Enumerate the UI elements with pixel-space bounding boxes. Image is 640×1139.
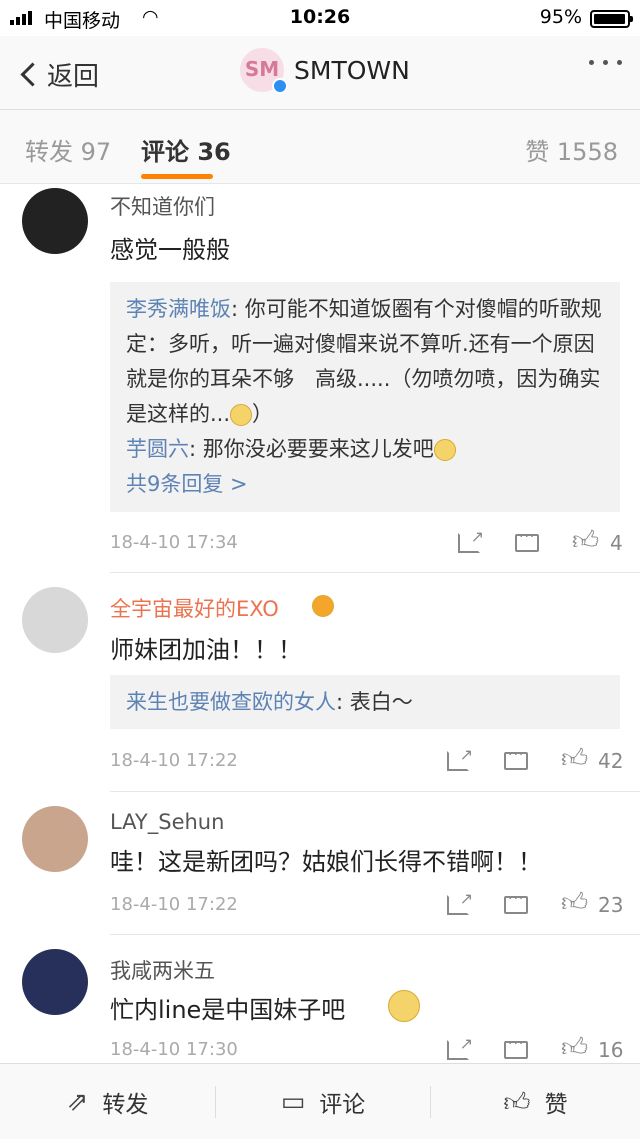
comment-username[interactable]: 不知道你们 xyxy=(110,191,215,221)
emoji-icon xyxy=(433,439,456,461)
bottom-toolbar: ⇗ 转发 ▭ 评论 👍︎ 赞 xyxy=(0,1063,640,1139)
share-icon: ⇗ xyxy=(66,1087,89,1117)
tab-comment[interactable]: 评论 36 xyxy=(141,132,231,167)
comment-button[interactable]: ▭ 评论 xyxy=(216,1064,430,1139)
crown-icon xyxy=(312,595,334,617)
share-icon[interactable] xyxy=(447,1034,473,1060)
thumbs-up-icon[interactable]: 👍︎ xyxy=(561,1032,588,1063)
reply-text: : 表白～ xyxy=(336,690,413,714)
comment-username[interactable]: 我咸两米五 xyxy=(110,955,215,985)
divider xyxy=(110,934,640,935)
comment-text: 感觉一般般 xyxy=(110,236,230,264)
comment-text: 忙内line是中国妹子吧 xyxy=(110,996,346,1024)
divider xyxy=(110,572,640,573)
back-button[interactable]: 返回 xyxy=(18,56,99,93)
chevron-left-icon xyxy=(20,62,45,87)
thumbs-up-icon: 👍︎ xyxy=(503,1087,531,1118)
account-avatar: SM xyxy=(240,48,288,94)
comment-icon[interactable] xyxy=(515,529,539,552)
like-button[interactable]: 👍︎ 赞 xyxy=(431,1064,640,1139)
avatar[interactable] xyxy=(22,806,88,872)
battery-percent: 95% xyxy=(539,6,582,28)
comment-username[interactable]: 全宇宙最好的EXO xyxy=(110,593,279,623)
comment-time: 18-4-10 17:30 xyxy=(110,1039,238,1060)
verified-badge-icon xyxy=(272,78,288,94)
active-tab-indicator xyxy=(141,174,213,179)
comment-time: 18-4-10 17:34 xyxy=(110,532,238,553)
like-count: 4 xyxy=(610,531,623,555)
reply-text: : 那你没必要要来这儿发吧 xyxy=(189,437,434,461)
tab-bar: 转发 97 评论 36 赞 1558 xyxy=(0,110,640,184)
more-options-button[interactable] xyxy=(589,60,622,65)
comment-time: 18-4-10 17:22 xyxy=(110,750,238,771)
reply-username[interactable]: 来生也要做查欧的女人 xyxy=(126,690,336,714)
reply-item: 芋圆六: 那你没必要要来这儿发吧 xyxy=(126,432,604,467)
thumbs-up-icon[interactable]: 👍︎ xyxy=(572,525,599,556)
thumbs-up-icon[interactable]: 👍︎ xyxy=(561,887,588,918)
comment-time: 18-4-10 17:22 xyxy=(110,894,238,915)
avatar[interactable] xyxy=(22,587,88,653)
comment-username[interactable]: LAY_Sehun xyxy=(110,810,224,834)
reply-item: 李秀满唯饭: 你可能不知道饭圈有个对傻帽的听歌规定：多听，听一遍对傻帽来说不算听… xyxy=(126,297,602,426)
comment-text: 师妹团加油！！！ xyxy=(110,636,302,664)
divider xyxy=(110,791,640,792)
avatar[interactable] xyxy=(22,188,88,254)
like-count: 16 xyxy=(598,1038,624,1062)
comment-icon[interactable] xyxy=(504,747,528,770)
like-count: 42 xyxy=(598,749,624,773)
back-label: 返回 xyxy=(47,62,100,92)
share-icon[interactable] xyxy=(458,527,484,553)
comment-label: 评论 xyxy=(319,1092,366,1118)
avatar[interactable] xyxy=(22,949,88,1015)
reply-username[interactable]: 李秀满唯饭 xyxy=(126,297,231,321)
emoji-icon xyxy=(230,404,253,426)
repost-button[interactable]: ⇗ 转发 xyxy=(0,1064,215,1139)
reply-box[interactable]: 来生也要做查欧的女人: 表白～ xyxy=(110,675,620,729)
status-bar: 中国移动 ◠ 10:26 95% xyxy=(0,0,640,36)
nav-bar: 返回 SM SMTOWN xyxy=(0,36,640,110)
more-replies-link[interactable]: 共9条回复 > xyxy=(126,467,604,502)
comment-icon[interactable] xyxy=(504,1036,528,1059)
like-label: 赞 xyxy=(544,1092,568,1118)
repost-label: 转发 xyxy=(102,1092,149,1118)
like-count: 23 xyxy=(598,893,624,917)
reply-item: 来生也要做查欧的女人: 表白～ xyxy=(126,685,604,720)
account-header[interactable]: SM SMTOWN xyxy=(240,48,410,94)
tab-like[interactable]: 赞 1558 xyxy=(525,132,618,167)
share-icon[interactable] xyxy=(447,889,473,915)
account-name: SMTOWN xyxy=(294,55,410,85)
battery-icon xyxy=(590,10,633,28)
share-icon[interactable] xyxy=(447,745,473,771)
comment-icon: ▭ xyxy=(280,1087,306,1117)
emoji-icon xyxy=(388,990,420,1022)
thumbs-up-icon[interactable]: 👍︎ xyxy=(561,743,588,774)
reply-box[interactable]: 李秀满唯饭: 你可能不知道饭圈有个对傻帽的听歌规定：多听，听一遍对傻帽来说不算听… xyxy=(110,282,620,512)
comment-text: 哇！这是新团吗？姑娘们长得不错啊！！ xyxy=(110,848,542,876)
comment-icon[interactable] xyxy=(504,891,528,914)
tab-repost[interactable]: 转发 97 xyxy=(25,132,111,167)
reply-username[interactable]: 芋圆六 xyxy=(126,437,189,461)
